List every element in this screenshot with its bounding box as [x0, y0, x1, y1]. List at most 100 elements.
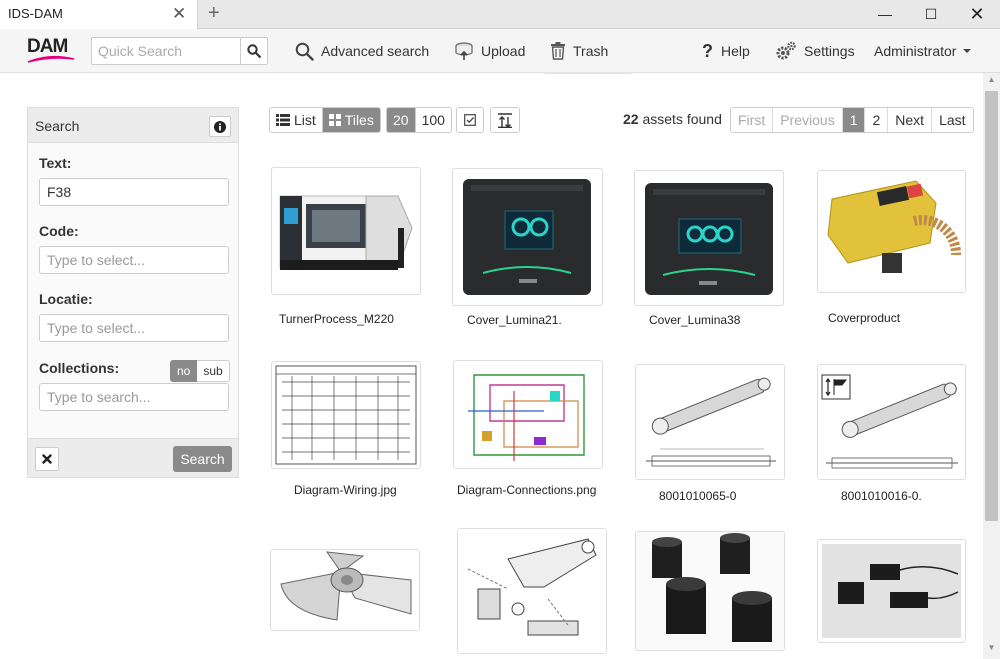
help-label: Help: [721, 43, 750, 59]
upload-label: Upload: [481, 43, 526, 59]
scroll-thumb[interactable]: [985, 91, 998, 521]
assets-count: 22: [623, 111, 639, 127]
tab-title: IDS-DAM: [8, 6, 63, 21]
tiles-view-button[interactable]: Tiles: [321, 108, 380, 132]
search-icon: [247, 44, 261, 58]
upload-link[interactable]: Upload: [454, 29, 525, 73]
page-size-100[interactable]: 100: [414, 108, 451, 132]
pagination: First Previous 1 2 Next Last: [730, 107, 974, 133]
asset-tile[interactable]: [635, 364, 785, 480]
exploded-parts-image: [458, 529, 606, 653]
asset-tile[interactable]: [817, 170, 966, 293]
user-menu[interactable]: Administrator: [874, 29, 972, 73]
search-panel-title: Search: [35, 118, 80, 134]
help-link[interactable]: ? Help: [702, 29, 750, 73]
asset-tile[interactable]: [271, 167, 421, 295]
info-button[interactable]: [209, 116, 231, 137]
dam-logo[interactable]: DAM: [27, 36, 77, 66]
trash-active-indicator: [545, 72, 631, 74]
advanced-search-link[interactable]: Advanced search: [295, 29, 429, 73]
page-size-group: 20 100: [386, 107, 452, 133]
browser-tab[interactable]: IDS-DAM ✕: [0, 0, 198, 29]
quick-search-input[interactable]: [92, 38, 240, 64]
maximize-icon[interactable]: ☐: [908, 0, 954, 29]
pager-first[interactable]: First: [731, 108, 772, 132]
tab-close-icon[interactable]: ✕: [172, 4, 186, 24]
cylinder-drawing-image: [636, 365, 784, 479]
sort-icon: [498, 112, 512, 128]
toggle-no[interactable]: no: [170, 360, 198, 382]
pager-previous[interactable]: Previous: [772, 108, 841, 132]
window-close-icon[interactable]: ✕: [954, 0, 1000, 29]
list-view-label: List: [294, 112, 316, 128]
code-label: Code:: [39, 223, 79, 239]
collections-toggle: no sub: [170, 360, 230, 382]
tile-caption: Coverproduct: [828, 311, 901, 325]
caret-down-icon: [963, 49, 972, 53]
checkbox-icon: [464, 114, 476, 126]
code-input[interactable]: [39, 246, 229, 274]
upload-icon: [455, 42, 473, 60]
select-toggle-button[interactable]: [456, 107, 484, 133]
app-header: DAM Advanced search Upload: [0, 29, 1000, 74]
browser-tab-bar: IDS-DAM ✕ + — ☐ ✕: [0, 0, 1000, 29]
asset-tile[interactable]: [635, 531, 785, 651]
asset-tile[interactable]: [457, 528, 607, 654]
locatie-input[interactable]: [39, 314, 229, 342]
lumina38-device-image: [645, 183, 773, 295]
connections-diagram-image: [454, 361, 602, 468]
minimize-icon[interactable]: —: [862, 0, 908, 29]
user-name: Administrator: [874, 43, 957, 59]
tiles-icon: [328, 114, 341, 126]
tiles-view-label: Tiles: [344, 112, 374, 128]
asset-tile[interactable]: [817, 539, 966, 643]
wiring-diagram-image: [275, 365, 417, 465]
trash-link[interactable]: Trash: [550, 29, 608, 73]
tile-caption: Diagram-Connections.png: [457, 483, 597, 497]
quick-search-button[interactable]: [240, 37, 268, 65]
question-icon: ?: [702, 40, 713, 61]
page-scrollbar[interactable]: ▲ ▼: [983, 73, 1000, 659]
trash-icon: [551, 42, 565, 60]
sensors-photo-image: [636, 532, 784, 650]
toggle-sub[interactable]: sub: [197, 360, 230, 382]
settings-link[interactable]: Settings: [775, 29, 855, 73]
settings-label: Settings: [804, 43, 855, 59]
cylinder-drawing-image: [818, 365, 965, 479]
view-mode-group: List Tiles: [269, 107, 381, 133]
asset-tile[interactable]: [817, 364, 966, 480]
asset-tile[interactable]: [270, 549, 420, 631]
search-panel: Search Text: Code: Locatie: Collections:…: [27, 107, 239, 478]
trash-label: Trash: [573, 43, 609, 59]
scroll-up-icon[interactable]: ▲: [983, 75, 1000, 89]
tile-caption: TurnerProcess_M220: [279, 312, 394, 326]
advanced-search-label: Advanced search: [321, 43, 430, 59]
assets-found-count: 22 assets found: [623, 111, 722, 127]
coverproduct-image: [827, 180, 961, 273]
asset-tile[interactable]: [271, 361, 421, 469]
pager-last[interactable]: Last: [931, 108, 972, 132]
sort-button[interactable]: [490, 107, 520, 133]
pager-page-2[interactable]: 2: [864, 108, 887, 132]
scroll-down-icon[interactable]: ▼: [983, 643, 1000, 657]
search-button[interactable]: Search: [173, 446, 232, 472]
gears-icon: [776, 41, 796, 60]
page-size-20[interactable]: 20: [387, 108, 415, 132]
list-icon: [276, 114, 290, 126]
collections-label: Collections:: [39, 360, 120, 376]
collections-input[interactable]: [39, 383, 229, 411]
info-icon: [214, 120, 226, 133]
asset-tile[interactable]: [452, 168, 603, 306]
clear-button[interactable]: [35, 447, 59, 471]
proximity-sensor-image: [822, 544, 961, 638]
tile-caption: 8001010016-0.: [841, 489, 922, 503]
pager-page-1[interactable]: 1: [841, 108, 865, 132]
pager-next[interactable]: Next: [887, 108, 931, 132]
asset-tile[interactable]: [453, 360, 603, 469]
asset-tile[interactable]: [634, 170, 784, 306]
list-view-button[interactable]: List: [270, 108, 322, 132]
new-tab-icon[interactable]: +: [208, 2, 220, 24]
tile-caption: 8001010065-0: [659, 489, 737, 503]
text-input[interactable]: [39, 178, 229, 206]
lathe-machine-image: [279, 195, 413, 270]
